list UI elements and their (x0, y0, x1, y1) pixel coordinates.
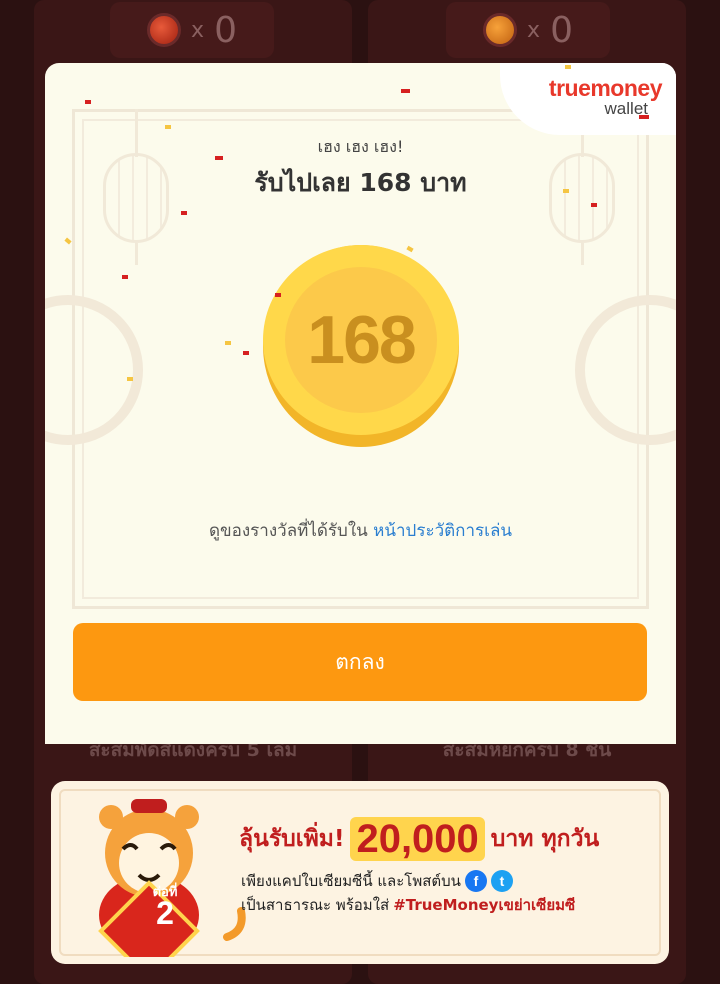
reward-subtitle: เฮง เฮง เฮง! (317, 137, 404, 156)
logo-wallet: wallet (604, 99, 648, 118)
confetti (639, 115, 649, 119)
promo-amount: 20,000 (350, 817, 485, 861)
promo-lead: ลุ้นรับเพิ่ม! (239, 826, 345, 852)
counter-times: x (191, 17, 205, 43)
confetti (225, 341, 231, 345)
logo-brand: truemoney (548, 75, 663, 101)
confetti (243, 351, 249, 355)
confetti (181, 211, 187, 215)
history-link[interactable]: หน้าประวัติการเล่น (373, 521, 512, 541)
orange-count: 0 (550, 9, 573, 51)
facebook-icon[interactable]: f (464, 870, 487, 892)
promo-line-2: เป็นสาธารณะ พร้อมใส่ #TrueMoneyเขย่าเซีย… (241, 893, 575, 917)
promo-hashtag: #TrueMoneyเขย่าเซียมซี (393, 896, 576, 914)
confetti (122, 275, 128, 279)
reward-modal: truemoney wallet เฮง เฮง เฮง! รับไปเลย 1… (45, 63, 676, 744)
coin-value: 168 (307, 302, 416, 378)
tiger-mascot-icon (98, 799, 246, 957)
confetti (165, 125, 171, 129)
orange-icon (483, 13, 518, 47)
confetti (275, 293, 281, 297)
confetti (85, 100, 91, 104)
confetti (215, 156, 223, 160)
confetti (565, 65, 571, 69)
truemoney-logo: truemoney wallet (500, 63, 676, 135)
apple-count: 0 (214, 9, 237, 51)
history-text: ดูของรางวัลที่ได้รับใน (209, 521, 374, 541)
coin-inner: 168 (285, 267, 437, 413)
promo-headline: ลุ้นรับเพิ่ม! 20,000 บาท ทุกวัน (239, 817, 599, 861)
ok-button[interactable]: ตกลง (73, 623, 647, 701)
confetti (563, 189, 569, 193)
promo-line-1-text: เพียงแคปใบเซียมซีนี้ และโพสต์บน (241, 872, 461, 890)
coin-icon: 168 (263, 245, 459, 447)
twitter-icon[interactable]: t (490, 870, 513, 892)
promo-tail: บาท ทุกวัน (490, 826, 600, 852)
confetti (64, 237, 72, 245)
coin-face: 168 (263, 245, 459, 435)
badge-number: 2 (156, 895, 174, 931)
promo-banner[interactable]: ต่อที่ 2 ลุ้นรับเพิ่ม! 20,000 บาท ทุกวัน… (51, 781, 669, 964)
lantern-tassel-right (581, 243, 584, 265)
orange-counter: x 0 (446, 2, 610, 58)
history-line: ดูของรางวัลที่ได้รับใน หน้าประวัติการเล่… (45, 517, 676, 544)
confetti (591, 203, 597, 207)
promo-line-1: เพียงแคปใบเซียมซีนี้ และโพสต์บน f t (241, 869, 513, 893)
reward-title: รับไปเลย 168 บาท (254, 168, 467, 197)
apple-counter: x 0 (110, 2, 274, 58)
lantern-tassel-left (135, 243, 138, 265)
confetti (127, 377, 133, 381)
promo-line-2-text: เป็นสาธารณะ พร้อมใส่ (241, 896, 390, 914)
apple-icon (147, 13, 182, 47)
confetti (401, 89, 410, 93)
counter-times: x (527, 17, 541, 43)
